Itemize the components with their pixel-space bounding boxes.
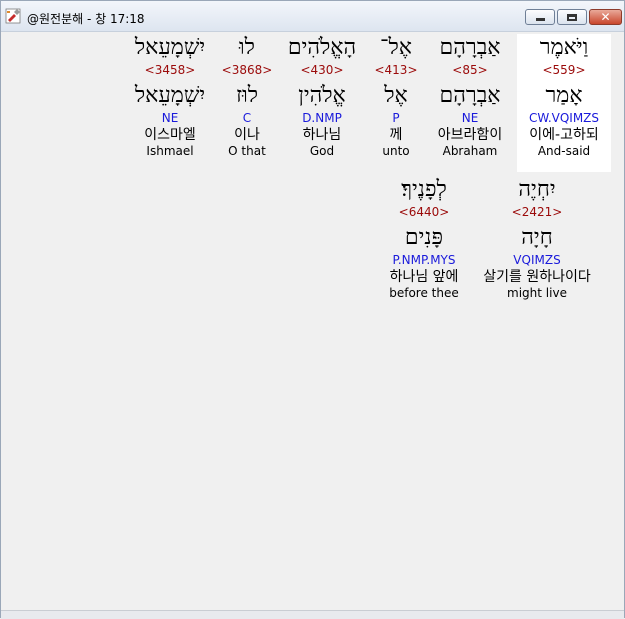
app-window: @원전분해 - 창 17:18 ✕ וַיֹּאמֶר <559> אָמַר … [0,0,625,619]
korean-gloss: 께 [389,127,403,143]
strong-number[interactable]: <3458> [125,62,215,78]
strong-number[interactable]: <3868> [217,62,277,78]
strong-number[interactable]: <413> [367,62,425,78]
parsing-code: NE [161,111,179,125]
parsing-code: D.NMP [302,111,342,125]
word-analysis-pane: וַיֹּאמֶר <559> אָמַר CW.VQIMZS 이에-고하되 A… [5,32,622,609]
word-block[interactable]: אַבְרָהָם <85> אַבְרָהָם NE 아브라함이 Abraha… [425,34,515,172]
minimize-button[interactable] [525,9,555,25]
word-block[interactable]: אֶל־ <413> אֶל P 께 unto [367,34,425,172]
word-block[interactable]: לְפָנֶיךָ׃ <6440> פָּנִים P.NMP.MYS 하나님 … [373,176,475,314]
hebrew-word: לוּ [239,35,255,60]
english-gloss: O that [228,144,266,158]
korean-gloss: 이나 [234,127,260,143]
hebrew-lemma: חָיָה [521,225,553,250]
hebrew-lemma: יִשְׁמָעֵאל [134,83,206,108]
parsing-code: VQIMZS [513,253,561,267]
hebrew-lemma: אֱלֹהִין [298,83,346,108]
word-block[interactable]: לוּ <3868> לוּז C 이나 O that [217,34,277,172]
hebrew-lemma: אָמַר [545,83,583,108]
maximize-button[interactable] [557,9,587,25]
tools-icon[interactable] [5,8,21,24]
hebrew-word: לְפָנֶיךָ׃ [401,177,447,202]
parsing-code: P [392,111,400,125]
strong-number[interactable]: <2421> [473,204,601,220]
strong-number[interactable]: <6440> [373,204,475,220]
window-title: @원전분해 - 창 17:18 [27,12,145,26]
hebrew-word: הָאֱלֹהִים [287,35,357,60]
word-block[interactable]: יִחְיֶה <2421> חָיָה VQIMZS 살기를 원하나이다 mi… [473,176,601,314]
hebrew-lemma: פָּנִים [404,225,444,250]
korean-gloss: 이스마엘 [144,127,196,143]
english-gloss: unto [382,144,410,158]
maximize-icon [567,13,577,21]
strong-number[interactable]: <559> [517,62,611,78]
hebrew-lemma: אַבְרָהָם [439,83,501,108]
english-gloss: God [309,144,335,158]
hebrew-word: וַיֹּאמֶר [539,35,589,60]
close-icon: ✕ [600,10,611,24]
word-block[interactable]: הָאֱלֹהִים <430> אֱלֹהִין D.NMP 하나님 God [273,34,371,172]
strong-number[interactable]: <85> [425,62,515,78]
korean-gloss: 살기를 원하나이다 [483,269,591,285]
hebrew-word: אֶל־ [380,35,412,60]
word-block[interactable]: יִשְׁמָעֵאל <3458> יִשְׁמָעֵאל NE 이스마엘 I… [125,34,215,172]
english-gloss: might live [507,286,567,300]
korean-gloss: 아브라함이 [437,127,503,143]
title-bar[interactable]: @원전분해 - 창 17:18 ✕ [1,1,624,32]
hebrew-lemma: אֶל [384,83,408,108]
korean-gloss: 하나님 [302,127,342,143]
korean-gloss: 이에-고하되 [529,127,599,143]
english-gloss: Abraham [442,144,498,158]
close-button[interactable]: ✕ [589,9,622,25]
strong-number[interactable]: <430> [273,62,371,78]
english-gloss: And-said [537,144,591,158]
parsing-code: P.NMP.MYS [392,253,456,267]
korean-gloss: 하나님 앞에 [389,269,459,285]
parsing-code: CW.VQIMZS [528,111,600,125]
hebrew-word: יִשְׁמָעֵאל [134,35,206,60]
parsing-code: NE [461,111,479,125]
minimize-icon [535,18,545,21]
english-gloss: before thee [389,286,459,300]
parsing-code: C [242,111,252,125]
english-gloss: Ishmael [146,144,194,158]
hebrew-word: אַבְרָהָם [439,35,501,60]
hebrew-word: יִחְיֶה [518,177,556,202]
word-block[interactable]: וַיֹּאמֶר <559> אָמַר CW.VQIMZS 이에-고하되 A… [517,34,611,172]
hebrew-lemma: לוּז [235,83,259,108]
